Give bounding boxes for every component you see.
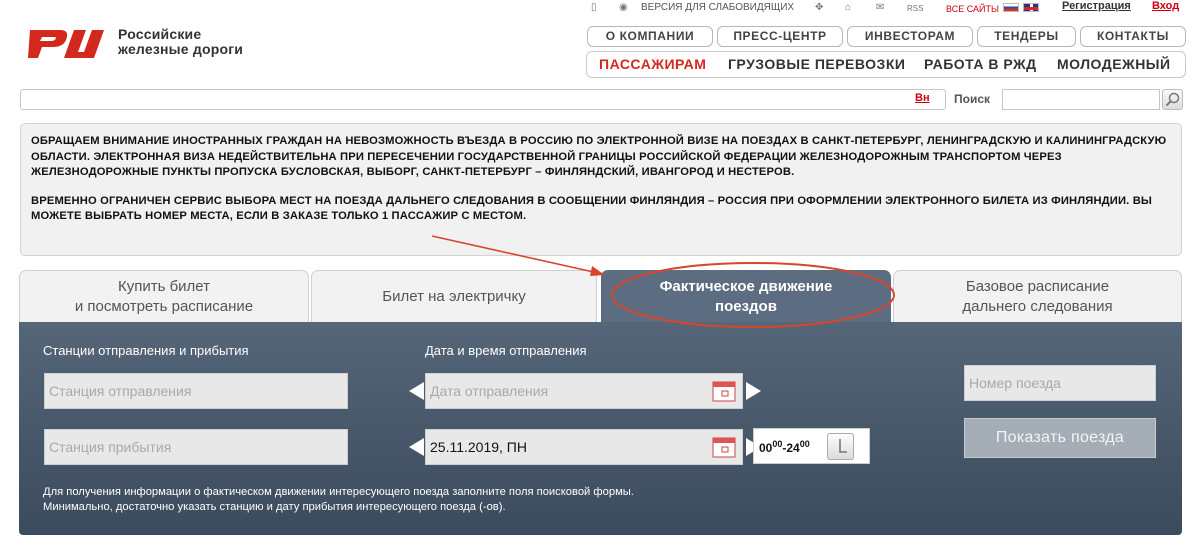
prev-date-arrow-icon[interactable] <box>409 382 424 400</box>
flag-ru-icon[interactable] <box>1003 3 1019 12</box>
train-number-input[interactable] <box>964 365 1156 401</box>
clock-icon <box>839 439 847 453</box>
search-icon <box>1165 92 1180 107</box>
rzd-logo-icon <box>28 30 104 58</box>
time-to: 24 <box>786 441 800 455</box>
hint-line-1: Для получения информации о фактическом д… <box>43 486 634 498</box>
mail-icon[interactable]: ✉ <box>876 2 884 13</box>
nav-investors[interactable]: ИНВЕСТОРАМ <box>847 26 973 47</box>
accessibility-version-link[interactable]: ВЕРСИЯ ДЛЯ СЛАБОВИДЯЩИХ <box>641 2 794 13</box>
notice-box: ОБРАЩАЕМ ВНИМАНИЕ ИНОСТРАННЫХ ГРАЖДАН НА… <box>20 123 1182 256</box>
nav-tenders[interactable]: ТЕНДЕРЫ <box>977 26 1076 47</box>
eye-icon[interactable]: ◉ <box>619 2 628 13</box>
tab-suburban-ticket[interactable]: Билет на электричку <box>311 270 597 323</box>
notice-paragraph-1: ОБРАЩАЕМ ВНИМАНИЕ ИНОСТРАННЫХ ГРАЖДАН НА… <box>31 135 1167 178</box>
tab-buy-ticket[interactable]: Купить билет и посмотреть расписание <box>19 270 309 323</box>
mobile-icon[interactable]: ▯ <box>591 2 597 13</box>
datetime-label: Дата и время отправления <box>425 343 587 358</box>
utility-bar: ▯ ◉ ВЕРСИЯ ДЛЯ СЛАБОВИДЯЩИХ ✥ ⌂ ✉ RSS ВС… <box>585 0 1185 16</box>
time-range-selector[interactable]: 0000-2400 <box>753 428 870 464</box>
tab-buy-ticket-line2: и посмотреть расписание <box>74 298 254 315</box>
time-to-minutes: 00 <box>799 439 810 449</box>
home-icon[interactable]: ⌂ <box>845 2 851 13</box>
lang-link[interactable]: Вн <box>915 92 930 104</box>
notice-paragraph-2: ВРЕМЕННО ОГРАНИЧЕН СЕРВИС ВЫБОРА МЕСТ НА… <box>31 194 1153 223</box>
tab-actual-movement[interactable]: Фактическое движение поездов <box>601 270 891 323</box>
tab-schedule-line2: дальнего следования <box>962 298 1113 315</box>
tab-suburban-label: Билет на электричку <box>382 288 526 305</box>
arrival-station-input[interactable] <box>44 429 348 465</box>
logo-text-line1: Российские <box>118 26 202 42</box>
site-search-row: Вн Поиск <box>20 89 1183 111</box>
rss-link[interactable]: RSS <box>907 4 923 13</box>
arrival-date-input[interactable] <box>425 429 743 465</box>
main-nav-jobs[interactable]: РАБОТА В РЖД <box>924 56 1037 72</box>
tab-actual-line2: поездов <box>715 298 777 315</box>
next-date-arrow-icon[interactable] <box>746 382 761 400</box>
search-input[interactable] <box>1002 89 1160 110</box>
time-range-text: 0000-2400 <box>759 439 810 455</box>
login-link[interactable]: Вход <box>1152 0 1179 12</box>
main-nav-passengers[interactable]: ПАССАЖИРАМ <box>599 56 706 72</box>
time-picker-button[interactable] <box>827 433 854 460</box>
tab-base-schedule[interactable]: Базовое расписание дальнего следования <box>893 270 1182 323</box>
logo-text-line2: железные дороги <box>118 41 244 57</box>
calendar-icon[interactable] <box>712 436 736 458</box>
main-nav-youth[interactable]: МОЛОДЕЖНЫЙ <box>1057 56 1171 72</box>
calendar-icon[interactable] <box>712 380 736 402</box>
tab-actual-line1: Фактическое движение <box>659 278 833 295</box>
site-search-bar: Вн <box>20 89 946 110</box>
rzd-logo[interactable]: Российские железные дороги <box>26 22 276 66</box>
search-label: Поиск <box>954 92 991 106</box>
nav-press-center[interactable]: ПРЕСС-ЦЕНТР <box>717 26 843 47</box>
stations-label: Станции отправления и прибытия <box>43 343 249 358</box>
main-nav: ПАССАЖИРАМ ГРУЗОВЫЕ ПЕРЕВОЗКИ РАБОТА В Р… <box>586 51 1186 78</box>
search-button[interactable] <box>1162 89 1183 110</box>
all-sites-link[interactable]: ВСЕ САЙТЫ <box>946 4 999 14</box>
nav-contacts[interactable]: КОНТАКТЫ <box>1080 26 1186 47</box>
main-nav-freight[interactable]: ГРУЗОВЫЕ ПЕРЕВОЗКИ <box>728 56 905 72</box>
register-link[interactable]: Регистрация <box>1062 0 1131 12</box>
panel-hint: Для получения информации о фактическом д… <box>43 485 634 515</box>
tab-schedule-line1: Базовое расписание <box>965 278 1110 295</box>
show-trains-button[interactable]: Показать поезда <box>964 418 1156 458</box>
flag-en-icon[interactable] <box>1023 3 1039 12</box>
hint-line-2: Минимально, достаточно указать станцию и… <box>43 501 506 513</box>
departure-station-input[interactable] <box>44 373 348 409</box>
departure-date-input[interactable] <box>425 373 743 409</box>
nav-about-company[interactable]: О КОМПАНИИ <box>587 26 713 47</box>
tab-buy-ticket-line1: Купить билет <box>117 278 211 295</box>
prev-arrival-date-arrow-icon[interactable] <box>409 438 424 456</box>
sitemap-icon[interactable]: ✥ <box>815 2 823 13</box>
time-from-minutes: 00 <box>772 439 783 449</box>
time-from: 00 <box>759 441 773 455</box>
